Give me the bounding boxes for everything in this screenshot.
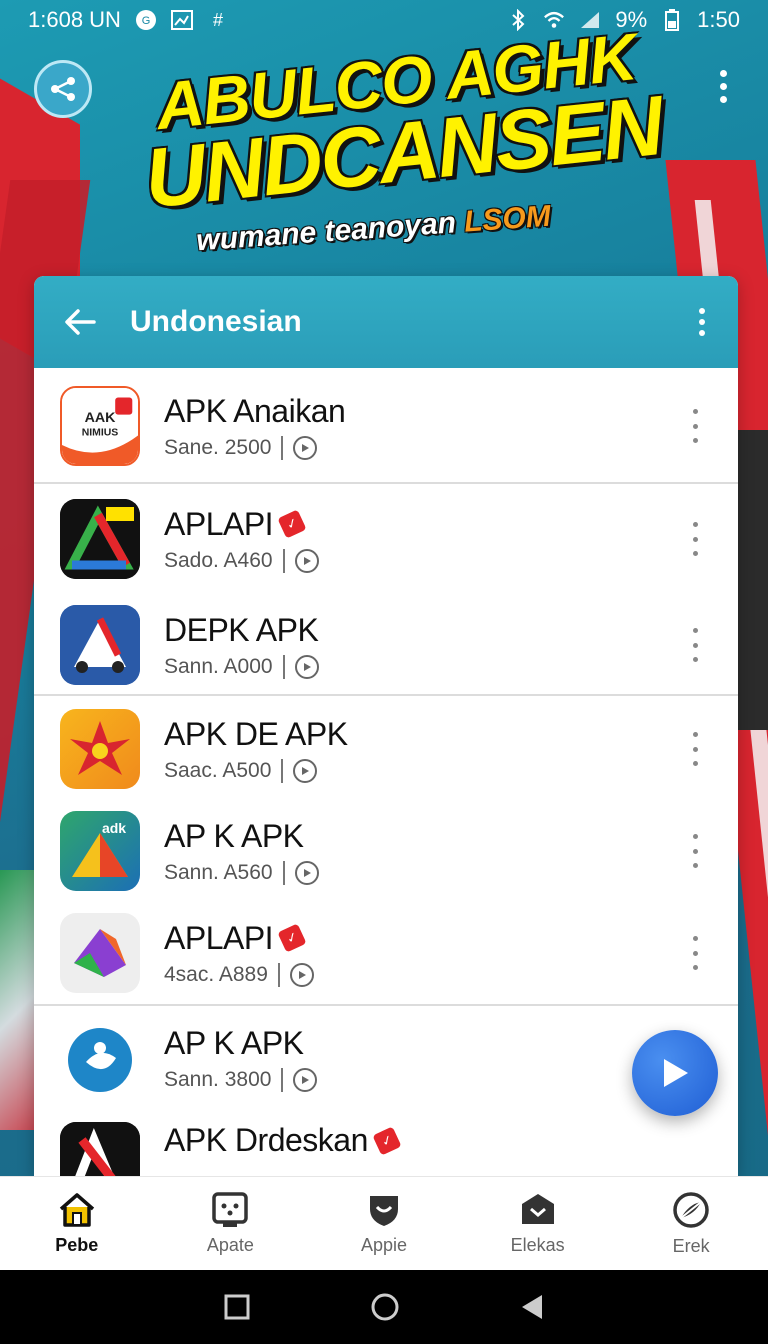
status-time: 1:50: [697, 7, 740, 32]
app-icon: [60, 913, 140, 993]
play-icon: [293, 435, 318, 460]
row-overflow-menu[interactable]: [690, 409, 700, 443]
apps-icon: [212, 1192, 249, 1227]
nav-item-apate[interactable]: Apate: [154, 1177, 308, 1270]
top-overflow-menu-button[interactable]: [708, 66, 738, 106]
list-item[interactable]: adk AP K APK Sann. A560: [34, 802, 738, 900]
nav-label: Apate: [206, 1235, 254, 1255]
app-icon: AAK NIMIUS: [60, 386, 140, 466]
app-icon: [60, 499, 140, 579]
list-item[interactable]: APLAPI ✓ Sado. A460: [34, 484, 738, 594]
app-name: APK Anaikan: [164, 392, 346, 429]
list-item[interactable]: AP K APK Sann. 3800: [34, 1006, 738, 1110]
shield-icon: [369, 1196, 398, 1226]
nav-label: Erek: [672, 1236, 710, 1256]
app-name: APK Drdeskan: [164, 1122, 368, 1158]
panel-title: Undonesian: [130, 305, 302, 338]
row-overflow-menu[interactable]: [690, 936, 700, 970]
image-icon: [170, 9, 193, 31]
row-overflow-menu[interactable]: [690, 522, 700, 556]
app-sub: Saac. A500: [164, 758, 272, 782]
app-name: APK DE APK: [164, 715, 348, 752]
app-name: APLAPI: [164, 505, 274, 542]
app-icon: [60, 709, 140, 789]
share-icon: [51, 77, 75, 101]
list-item[interactable]: AAK NIMIUS APK Anaikan Sane. 2500: [34, 368, 738, 484]
home-icon: [59, 1193, 94, 1227]
app-name: APLAPI: [164, 919, 274, 956]
list-item[interactable]: DEPK APK Sann. A000: [34, 594, 738, 696]
recents-icon[interactable]: [224, 1294, 250, 1320]
home-circle-icon[interactable]: [370, 1292, 400, 1322]
app-sub: Sann. A560: [164, 860, 273, 884]
verified-badge-icon: ✓: [277, 509, 307, 539]
hash-icon: #: [212, 9, 223, 30]
app-sub: Sann. 3800: [164, 1067, 272, 1091]
play-icon: [294, 548, 319, 573]
verified-badge-icon: ✓: [372, 1125, 402, 1156]
app-sub: Sane. 2500: [164, 435, 272, 459]
app-sub: Sado. A460: [164, 548, 273, 572]
app-sub: 4sac. A889: [164, 962, 268, 986]
app-name: DEPK APK: [164, 611, 319, 648]
nav-item-erek[interactable]: Erek: [614, 1177, 768, 1270]
app-name: AP K APK: [164, 817, 304, 854]
nav-item-elekas[interactable]: Elekas: [461, 1177, 615, 1270]
nav-label: Pebe: [55, 1235, 99, 1255]
compass-icon: [673, 1192, 709, 1228]
play-icon: [294, 654, 319, 679]
play-icon: [294, 860, 319, 885]
panel-overflow-menu-button[interactable]: [692, 302, 712, 342]
list-item[interactable]: APK DE APK Saac. A500: [34, 696, 738, 802]
nav-label: Elekas: [510, 1235, 565, 1255]
chat-button[interactable]: [34, 60, 92, 118]
row-overflow-menu[interactable]: [690, 732, 700, 766]
verified-badge-icon: ✓: [277, 923, 307, 953]
play-icon: [664, 1059, 688, 1087]
back-triangle-icon[interactable]: [520, 1293, 544, 1321]
app-icon: adk: [60, 811, 140, 891]
row-overflow-menu[interactable]: [690, 834, 700, 868]
system-navigation-bar: [0, 1270, 768, 1344]
app-list-panel: Undonesian AAK NIMIUS APK Anaikan Sane. 2…: [34, 276, 738, 1176]
play-icon: [293, 758, 318, 783]
bottom-navigation: Pebe Apate Appie Elekas Erek: [0, 1176, 768, 1270]
banner-subtitle-accent: LSOM: [463, 199, 552, 239]
list-item[interactable]: APLAPI ✓ 4sac. A889: [34, 900, 738, 1006]
svg-text:AAK: AAK: [85, 410, 117, 426]
app-sub: Sann. A000: [164, 654, 273, 678]
svg-text:NIMIUS: NIMIUS: [82, 428, 119, 439]
app-icon: [60, 1122, 140, 1176]
list-item[interactable]: APK Drdeskan ✓: [34, 1110, 738, 1176]
nav-item-appie[interactable]: Appie: [307, 1177, 461, 1270]
play-icon: [293, 1067, 318, 1092]
app-icon: [60, 605, 140, 685]
app-name: AP K APK: [164, 1024, 304, 1061]
bluetooth-icon: [507, 9, 529, 31]
box-icon: [521, 1194, 554, 1224]
status-left-text: 1:608 UN: [28, 7, 121, 32]
app-icon: [60, 1018, 140, 1098]
play-fab-button[interactable]: [632, 1030, 718, 1116]
panel-header: Undonesian: [34, 276, 738, 368]
svg-text:adk: adk: [102, 820, 126, 836]
app-list: AAK NIMIUS APK Anaikan Sane. 2500 APLAPI ✓…: [34, 368, 738, 1176]
row-overflow-menu[interactable]: [690, 628, 700, 662]
back-button[interactable]: [60, 302, 100, 342]
notification-icon: G: [135, 9, 157, 31]
play-icon: [289, 962, 314, 987]
nav-item-pebe[interactable]: Pebe: [0, 1177, 154, 1270]
nav-label: Appie: [360, 1235, 407, 1255]
svg-text:G: G: [142, 15, 151, 27]
back-arrow-icon: [65, 309, 96, 335]
